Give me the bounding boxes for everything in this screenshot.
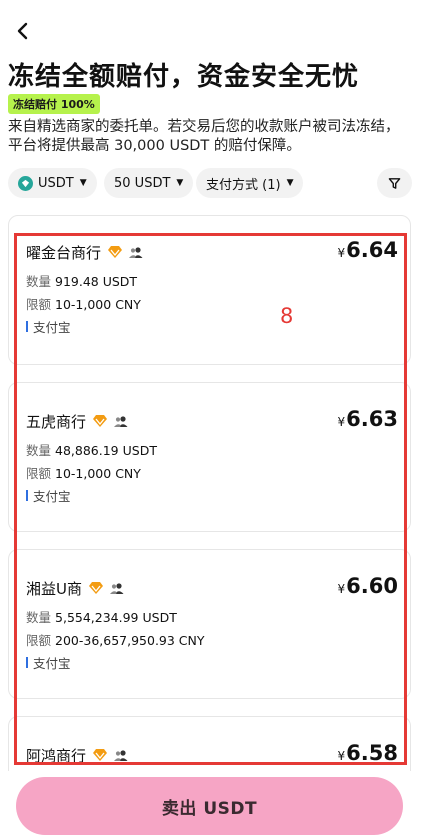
amount-filter[interactable]: 50 USDT ▼ <box>104 168 194 198</box>
quantity-label: 数量 <box>26 443 52 458</box>
limit-label: 限额 <box>26 466 52 481</box>
price: ¥ 6.60 <box>338 574 398 598</box>
currency-symbol: ¥ <box>337 582 346 596</box>
payment-label: 支付宝 <box>33 656 71 671</box>
diamond-icon <box>92 748 108 762</box>
currency-symbol: ¥ <box>337 246 346 260</box>
people-icon <box>113 415 129 428</box>
funnel-icon <box>388 177 401 189</box>
merchant-list: 曜金台商行 ¥ 6.64 数量 919.48 USDT 限额 10-1,000 CN… <box>8 215 411 771</box>
chevron-left-icon <box>17 22 28 40</box>
limit-value: 10-1,000 CNY <box>55 297 141 312</box>
quantity-value: 48,886.19 USDT <box>55 443 157 458</box>
merchant-card[interactable]: 湘益U商 ¥ 6.60 数量 5,554,234.99 USDT 限额 200-36… <box>8 549 411 699</box>
price: ¥ 6.63 <box>338 407 398 431</box>
people-icon <box>113 749 129 762</box>
quantity-label: 数量 <box>26 274 52 289</box>
coin-filter-label: USDT <box>38 175 74 191</box>
limit-value: 10-1,000 CNY <box>55 466 141 481</box>
quantity-row: 数量 5,554,234.99 USDT <box>26 606 398 629</box>
payment-bar <box>26 321 28 332</box>
merchant-name: 曜金台商行 <box>26 243 102 262</box>
payment-method: 支付宝 <box>26 486 398 505</box>
merchant-name: 阿鸿商行 <box>26 746 87 765</box>
quantity-label: 数量 <box>26 610 52 625</box>
coin-filter[interactable]: USDT ▼ <box>8 168 97 198</box>
payment-bar <box>26 490 28 501</box>
filter-bar: USDT ▼ 50 USDT ▼ 支付方式 (1) ▼ <box>8 168 413 198</box>
merchant-card[interactable]: 五虎商行 ¥ 6.63 数量 48,886.19 USDT 限额 10-1,000 … <box>8 382 411 532</box>
page-title: 冻结全额赔付，资金安全无忧 <box>8 62 360 92</box>
diamond-icon <box>88 581 104 595</box>
merchant-name: 五虎商行 <box>26 412 87 431</box>
payment-label: 支付宝 <box>33 489 71 504</box>
limit-label: 限额 <box>26 633 52 648</box>
payment-method: 支付宝 <box>26 653 398 672</box>
usdt-coin-icon <box>18 175 33 191</box>
caret-down-icon: ▼ <box>286 178 294 188</box>
price: ¥ 6.58 <box>338 741 398 765</box>
payment-bar <box>26 657 28 668</box>
filter-button[interactable] <box>377 168 412 198</box>
page-description: 来自精选商家的委托单。若交易后您的收款账户被司法冻结，平台将提供最高 30,00… <box>8 119 400 154</box>
payment-method: 支付宝 <box>26 317 398 336</box>
limit-label: 限额 <box>26 297 52 312</box>
payment-filter-label: 支付方式 (1) <box>206 177 281 193</box>
quantity-value: 5,554,234.99 USDT <box>55 610 177 625</box>
payment-label: 支付宝 <box>33 320 71 335</box>
people-icon <box>109 582 125 595</box>
caret-down-icon: ▼ <box>79 178 87 188</box>
quantity-row: 数量 919.48 USDT <box>26 270 398 293</box>
merchant-card[interactable]: 阿鸿商行 ¥ 6.58 <box>8 716 411 771</box>
price-value: 6.60 <box>346 574 398 598</box>
limit-value: 200-36,657,950.93 CNY <box>55 633 205 648</box>
payment-filter[interactable]: 支付方式 (1) ▼ <box>196 168 304 198</box>
compensation-badge: 冻结赔付 100% <box>8 94 100 114</box>
back-button[interactable] <box>10 18 36 44</box>
people-icon <box>128 246 144 259</box>
quantity-row: 数量 48,886.19 USDT <box>26 439 398 462</box>
merchant-card[interactable]: 曜金台商行 ¥ 6.64 数量 919.48 USDT 限额 10-1,000 CN… <box>8 215 411 365</box>
sell-usdt-button[interactable]: 卖出 USDT <box>16 777 403 835</box>
diamond-icon <box>107 245 123 259</box>
quantity-value: 919.48 USDT <box>55 274 138 289</box>
price-value: 6.58 <box>346 741 398 765</box>
caret-down-icon: ▼ <box>176 178 184 188</box>
currency-symbol: ¥ <box>337 749 346 763</box>
price-value: 6.64 <box>346 238 398 262</box>
highlight-number: 8 <box>280 304 294 328</box>
price-value: 6.63 <box>346 407 398 431</box>
merchant-name: 湘益U商 <box>26 579 82 598</box>
amount-filter-label: 50 USDT <box>114 175 171 191</box>
limit-row: 限额 200-36,657,950.93 CNY <box>26 629 398 652</box>
price: ¥ 6.64 <box>338 238 398 262</box>
limit-row: 限额 10-1,000 CNY <box>26 293 398 316</box>
currency-symbol: ¥ <box>337 415 346 429</box>
diamond-icon <box>92 414 108 428</box>
limit-row: 限额 10-1,000 CNY <box>26 462 398 485</box>
